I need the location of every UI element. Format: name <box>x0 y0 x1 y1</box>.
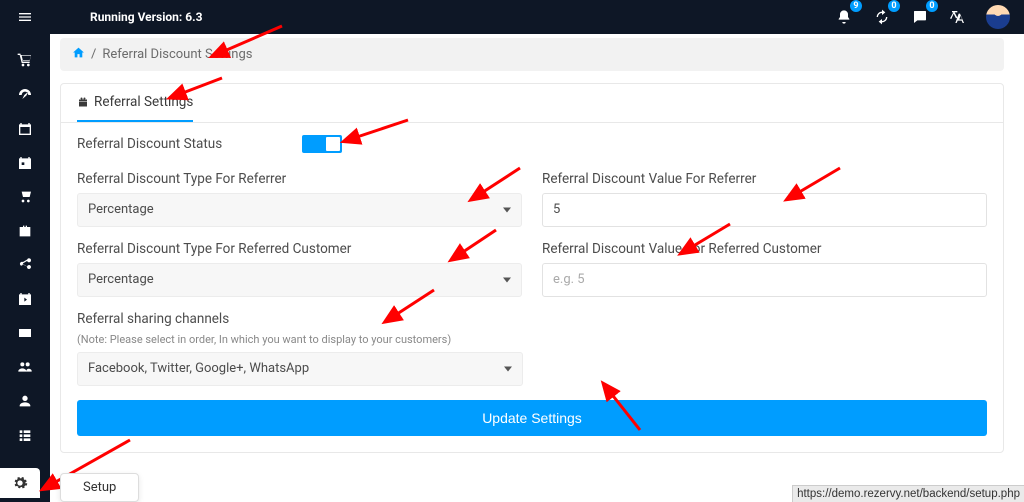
chevron-down-icon <box>503 278 511 283</box>
main: / Referral Discount Settings Referral Se… <box>50 34 1014 502</box>
status-label: Referral Discount Status <box>77 136 222 152</box>
gift-icon <box>77 96 89 108</box>
type-referrer-value: Percentage <box>88 202 154 217</box>
sidebar-item-calendar[interactable] <box>0 112 50 146</box>
sidebar-item-schedule[interactable] <box>0 282 50 316</box>
sidebar <box>0 34 50 502</box>
channels-select[interactable]: Facebook, Twitter, Google+, WhatsApp <box>77 352 523 386</box>
sidebar-item-orders[interactable] <box>0 180 50 214</box>
sidebar-item-event[interactable] <box>0 146 50 180</box>
sidebar-item-setup[interactable] <box>0 468 40 498</box>
sidebar-item-user[interactable] <box>0 384 50 418</box>
status-row: Referral Discount Status <box>77 135 987 153</box>
type-referred-label: Referral Discount Type For Referred Cust… <box>77 241 522 257</box>
type-referred-select[interactable]: Percentage <box>77 263 522 297</box>
tab-referral-settings[interactable]: Referral Settings <box>77 84 193 122</box>
sidebar-item-dashboard[interactable] <box>0 78 50 112</box>
breadcrumb-current: Referral Discount Settings <box>102 47 252 62</box>
chat-icon[interactable]: 0 <box>910 7 930 27</box>
setup-tooltip: Setup <box>60 473 139 502</box>
home-icon[interactable] <box>72 46 85 63</box>
chat-badge: 0 <box>926 0 938 12</box>
value-referrer-label: Referral Discount Value For Referrer <box>542 171 987 187</box>
type-referrer-label: Referral Discount Type For Referrer <box>77 171 522 187</box>
topbar-right: 9 0 0 <box>834 0 1024 34</box>
sync-icon[interactable]: 0 <box>872 7 892 27</box>
channels-value: Facebook, Twitter, Google+, WhatsApp <box>88 361 309 376</box>
version-label: Running Version: 6.3 <box>90 10 203 24</box>
value-referrer-value: 5 <box>553 202 560 217</box>
bell-badge: 9 <box>850 0 862 12</box>
value-referred-placeholder: e.g. 5 <box>553 272 585 287</box>
menu-toggle[interactable] <box>0 0 50 34</box>
status-toggle[interactable] <box>302 135 342 153</box>
sidebar-item-briefcase[interactable] <box>0 214 50 248</box>
tab-header: Referral Settings <box>61 84 1003 123</box>
sidebar-item-cart[interactable] <box>0 44 50 78</box>
breadcrumb: / Referral Discount Settings <box>60 38 1004 71</box>
value-referrer-input[interactable]: 5 <box>542 193 987 227</box>
sidebar-item-payments[interactable] <box>0 316 50 350</box>
sync-badge: 0 <box>888 0 900 12</box>
value-referred-input[interactable]: e.g. 5 <box>542 263 987 297</box>
url-hint: https://demo.rezervy.net/backend/setup.p… <box>792 485 1024 502</box>
bell-icon[interactable]: 9 <box>834 7 854 27</box>
language-icon[interactable] <box>948 7 968 27</box>
sidebar-item-list[interactable] <box>0 418 50 452</box>
settings-card: Referral Settings Referral Discount Stat… <box>60 83 1004 453</box>
avatar[interactable] <box>986 5 1010 29</box>
chevron-down-icon <box>503 208 511 213</box>
type-referrer-select[interactable]: Percentage <box>77 193 522 227</box>
channels-note: (Note: Please select in order, In which … <box>77 333 523 346</box>
chevron-down-icon <box>504 367 512 372</box>
update-button[interactable]: Update Settings <box>77 400 987 436</box>
topbar: Running Version: 6.3 9 0 0 <box>0 0 1024 34</box>
sidebar-item-share[interactable] <box>0 248 50 282</box>
breadcrumb-sep: / <box>91 47 96 62</box>
sidebar-item-users[interactable] <box>0 350 50 384</box>
tab-label: Referral Settings <box>94 94 193 110</box>
value-referred-label: Referral Discount Value For Referred Cus… <box>542 241 987 257</box>
channels-label: Referral sharing channels <box>77 311 523 327</box>
type-referred-value: Percentage <box>88 272 154 287</box>
